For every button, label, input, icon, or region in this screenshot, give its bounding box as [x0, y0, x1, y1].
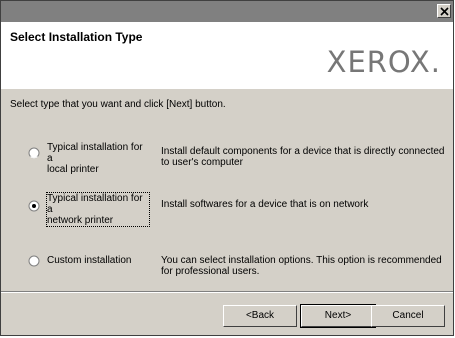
option-label-line2: network printer	[47, 215, 114, 226]
header-panel: Select Installation Type XEROX.	[1, 22, 453, 89]
back-button[interactable]: <Back	[223, 305, 297, 327]
option-custom-installation-label[interactable]: Custom installation	[47, 255, 149, 266]
next-button[interactable]: Next>	[300, 304, 376, 328]
instruction-text: Select type that you want and click [Nex…	[10, 99, 226, 110]
footer-divider-highlight	[1, 292, 453, 293]
option-custom-installation-description: You can select installation options. Thi…	[161, 255, 442, 277]
header-divider	[1, 88, 453, 89]
option-network-printer-description: Install softwares for a device that is o…	[161, 199, 369, 210]
close-button[interactable]	[437, 4, 451, 18]
option-local-printer-description: Install default components for a device …	[161, 146, 445, 168]
radio-custom-installation[interactable]	[28, 255, 40, 267]
option-label-line2: local printer	[47, 164, 99, 175]
radio-network-printer[interactable]	[28, 200, 40, 212]
option-network-printer-label[interactable]: Typical installation for a network print…	[46, 192, 150, 227]
option-local-printer-label[interactable]: Typical installation for a local printer	[47, 142, 149, 175]
title-bar[interactable]	[1, 1, 453, 22]
cancel-button[interactable]: Cancel	[371, 305, 445, 327]
close-icon	[440, 7, 449, 16]
page-title: Select Installation Type	[10, 30, 143, 44]
radio-local-printer[interactable]	[28, 147, 40, 159]
option-label-line1: Typical installation for a	[47, 193, 143, 215]
xerox-logo: XEROX.	[326, 45, 441, 79]
option-label-line1: Typical installation for a	[47, 142, 143, 164]
installer-dialog: Select Installation Type XEROX. Select t…	[0, 0, 454, 336]
